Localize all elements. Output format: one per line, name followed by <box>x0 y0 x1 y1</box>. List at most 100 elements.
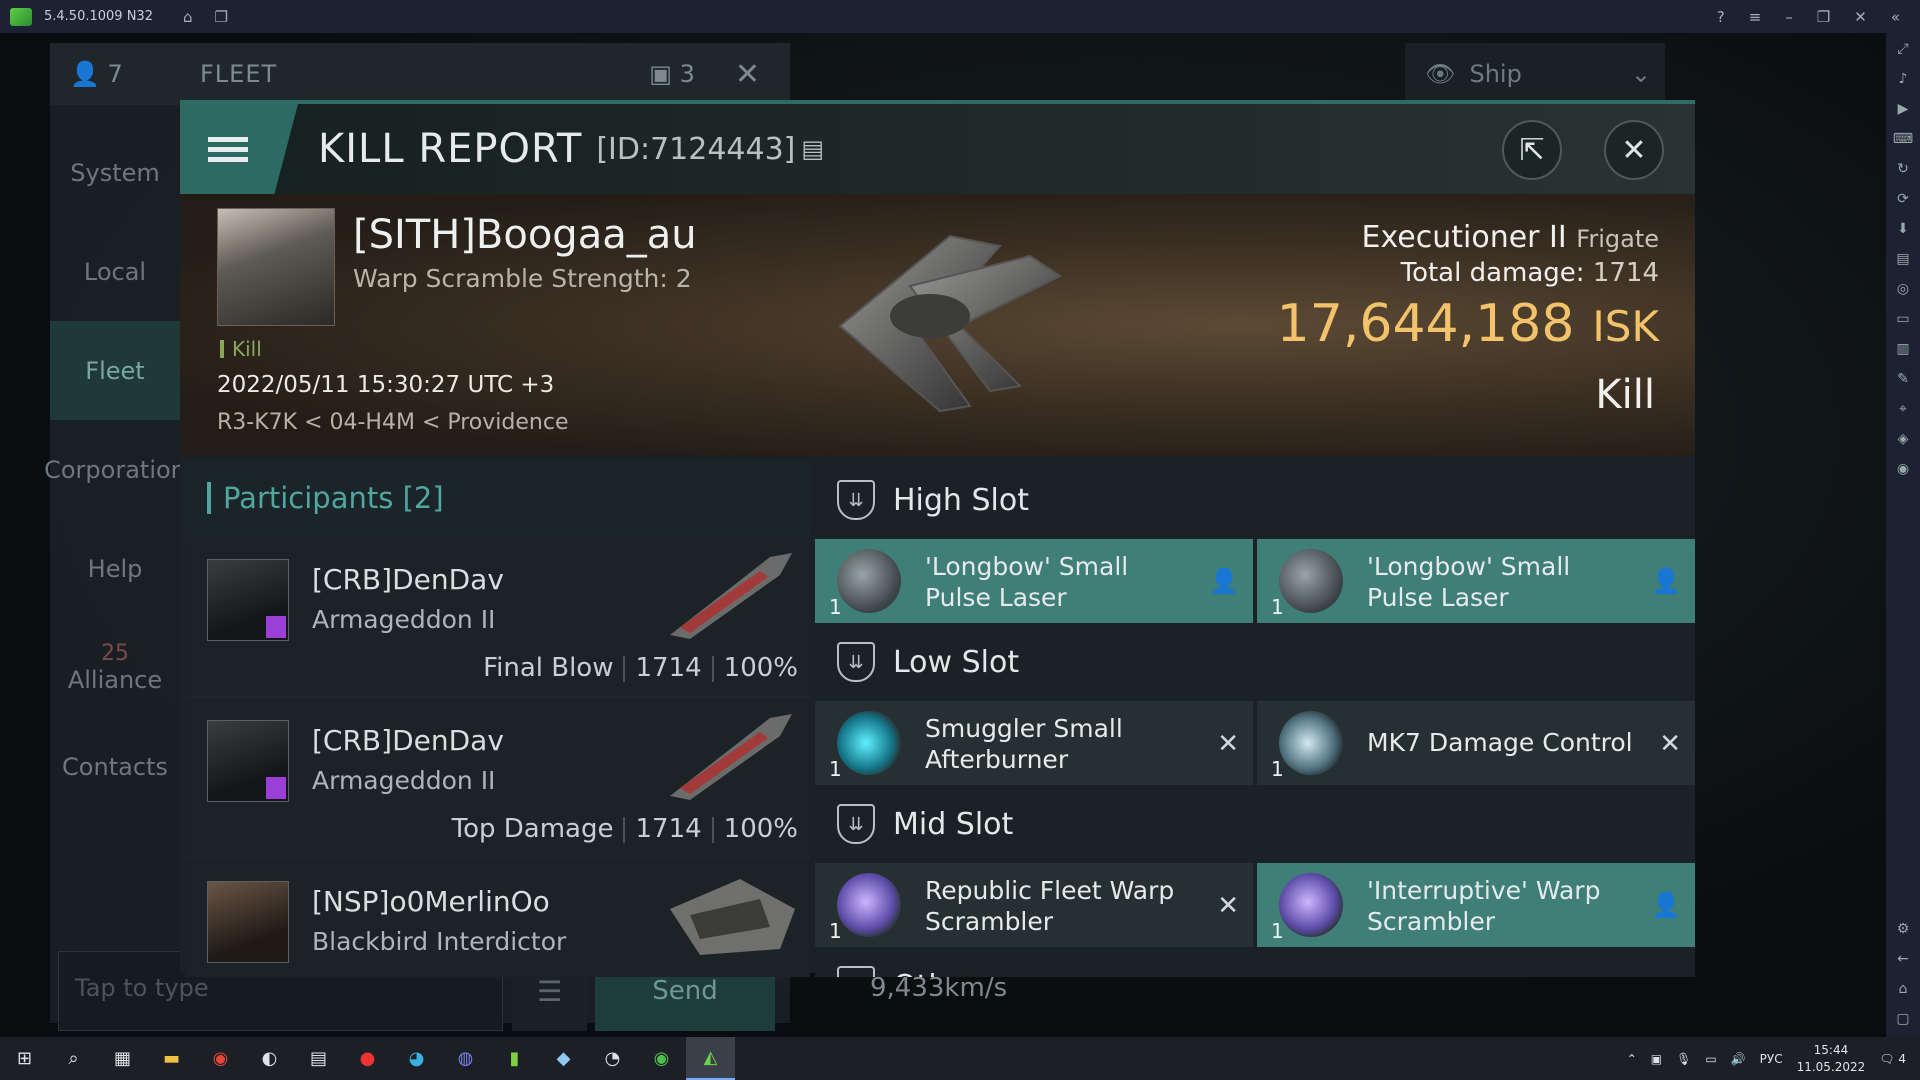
share-button[interactable]: ⇱ <box>1502 120 1562 180</box>
high-slot-header: ⇊ High Slot <box>815 461 1695 539</box>
edge-icon[interactable]: ◕ <box>392 1037 441 1080</box>
bluestacks-icon[interactable]: ◭ <box>686 1037 735 1080</box>
rotate-icon[interactable]: ↻ <box>1897 161 1909 177</box>
restore-icon[interactable]: ❐ <box>1817 8 1830 26</box>
volume-tray-icon[interactable]: 🔊 <box>1731 1052 1746 1066</box>
chrome-icon[interactable]: ◉ <box>196 1037 245 1080</box>
keyboard-icon[interactable]: ⌨ <box>1893 131 1913 147</box>
camera-icon[interactable]: ◉ <box>1897 461 1909 477</box>
task-view-icon[interactable]: ▦ <box>98 1037 147 1080</box>
app-dish-icon[interactable]: ◔ <box>588 1037 637 1080</box>
total-damage-label: Total damage: <box>1400 258 1585 288</box>
chevron-down-icon: ⌄ <box>1630 60 1651 88</box>
victim-name[interactable]: [SITH]Boogaa_au <box>353 212 697 258</box>
sync-icon[interactable]: ⟳ <box>1897 191 1909 207</box>
module-item[interactable]: 1 MK7 Damage Control ✕ <box>1257 701 1695 785</box>
start-icon[interactable]: ⊞ <box>0 1037 49 1080</box>
search-icon[interactable]: ⌕ <box>49 1037 98 1080</box>
participant-row[interactable]: [CRB]DenDav Armageddon II Top Damage 1714… <box>185 696 810 857</box>
close-button[interactable]: ✕ <box>1604 120 1664 180</box>
app-icon[interactable]: ◐ <box>245 1037 294 1080</box>
language-indicator[interactable]: РУС <box>1760 1052 1783 1066</box>
tray-device-icon[interactable]: ▣ <box>1651 1052 1662 1066</box>
module-item[interactable]: 1 Republic Fleet Warp Scrambler ✕ <box>815 863 1253 947</box>
nav-alliance[interactable]: 25 Alliance <box>50 618 180 717</box>
module-qty: 1 <box>829 757 842 781</box>
participant-avatar[interactable] <box>207 881 289 963</box>
ship-filter-label: Ship <box>1469 60 1522 88</box>
tray-chevron-icon[interactable]: ⌃ <box>1627 1052 1637 1066</box>
nav-help[interactable]: Help <box>50 519 180 618</box>
module-item[interactable]: 1 'Interruptive' Warp Scrambler 👤 <box>1257 863 1695 947</box>
recents-icon[interactable]: ▢ <box>1896 1011 1909 1027</box>
participant-row[interactable]: [NSP]o0MerlinOo Blackbird Interdictor <box>185 857 810 977</box>
nav-corporation[interactable]: Corporation <box>44 420 186 519</box>
module-item[interactable]: 1 'Longbow' Small Pulse Laser 👤 <box>815 539 1253 623</box>
network-icon[interactable]: ▭ <box>1705 1052 1716 1066</box>
menu-button[interactable] <box>180 104 298 194</box>
fleet-close-icon[interactable]: ✕ <box>735 57 760 92</box>
layers-icon[interactable]: ◈ <box>1898 431 1909 447</box>
chrome-alt-icon[interactable]: ◉ <box>637 1037 686 1080</box>
menu-icon[interactable]: ≡ <box>1749 8 1762 26</box>
participant-avatar[interactable] <box>207 720 289 802</box>
module-name: MK7 Damage Control <box>1367 728 1633 757</box>
discord-icon[interactable]: ◍ <box>441 1037 490 1080</box>
back-icon[interactable]: ← <box>1897 951 1909 967</box>
help-icon[interactable]: ? <box>1717 8 1725 26</box>
dropped-person-icon: 👤 <box>1651 891 1681 919</box>
nav-system[interactable]: System <box>50 123 180 222</box>
android-home-icon[interactable]: ⌂ <box>1899 981 1908 997</box>
location-icon[interactable]: ⌖ <box>1899 401 1907 417</box>
collapse-sidebar-icon[interactable]: « <box>1891 8 1900 26</box>
calculator-icon[interactable]: ▤ <box>294 1037 343 1080</box>
folder-icon[interactable]: ▭ <box>1896 311 1909 327</box>
participant-name: [NSP]o0MerlinOo <box>312 885 550 918</box>
module-name: 'Longbow' Small Pulse Laser <box>1367 552 1571 612</box>
fullscreen-icon[interactable]: ⤢ <box>1897 41 1908 57</box>
app-red-icon[interactable]: ● <box>343 1037 392 1080</box>
stat-percent: 100% <box>723 814 798 844</box>
home-icon[interactable]: ⌂ <box>183 8 193 26</box>
microphone-icon[interactable]: 🎙 <box>1676 1052 1691 1066</box>
participant-stats: Top Damage 1714 100% <box>452 814 798 844</box>
module-item[interactable]: 1 Smuggler Small Afterburner ✕ <box>815 701 1253 785</box>
victim-avatar[interactable] <box>217 208 335 326</box>
file-explorer-icon[interactable]: ▬ <box>147 1037 196 1080</box>
eye-icon: 👁 <box>1425 60 1456 88</box>
participant-row[interactable]: [CRB]DenDav Armageddon II Final Blow 1714… <box>185 535 810 696</box>
module-item[interactable]: 1 'Longbow' Small Pulse Laser 👤 <box>1257 539 1695 623</box>
module-name: 'Longbow' Small Pulse Laser <box>925 552 1129 612</box>
notifications-icon[interactable]: 🗨 4 <box>1879 1052 1906 1066</box>
macro-icon[interactable]: ▤ <box>1896 251 1909 267</box>
victim-ship-image[interactable] <box>800 216 1090 426</box>
eco-mode-icon[interactable]: ✎ <box>1897 371 1909 387</box>
volume-icon[interactable]: ♪ <box>1899 71 1908 87</box>
install-apk-icon[interactable]: ⬇ <box>1897 221 1909 237</box>
window-count[interactable]: ▣ 3 <box>649 60 695 88</box>
copy-icon[interactable]: ▤ <box>801 135 824 163</box>
member-count: 👤 7 <box>70 60 123 88</box>
notes-icon[interactable]: ▮ <box>490 1037 539 1080</box>
instances-icon[interactable]: ▥ <box>1896 341 1909 357</box>
emulator-title-bar: 5.4.50.1009 N32 ⌂ ❐ ? ≡ – ❐ ✕ « <box>0 0 1920 33</box>
close-icon: ✕ <box>1621 132 1647 168</box>
app-blue-icon[interactable]: ◆ <box>539 1037 588 1080</box>
isk-value: 17,644,188 ISK <box>1277 294 1659 354</box>
screenshot-icon[interactable]: ◎ <box>1897 281 1909 297</box>
media-icon[interactable]: ▶ <box>1898 101 1909 117</box>
participant-avatar[interactable] <box>207 559 289 641</box>
multi-window-icon[interactable]: ❐ <box>215 8 228 26</box>
ship-filter-dropdown[interactable]: 👁 Ship ⌄ <box>1405 43 1665 105</box>
nav-contacts[interactable]: Contacts <box>50 717 180 816</box>
participants-header: Participants [2] <box>185 461 810 535</box>
module-name: 'Interruptive' Warp Scrambler <box>1367 876 1601 936</box>
clock[interactable]: 15:44 11.05.2022 <box>1797 1042 1866 1076</box>
nav-local[interactable]: Local <box>50 222 180 321</box>
close-icon[interactable]: ✕ <box>1854 8 1867 26</box>
mid-slot-icon: ⇊ <box>837 804 875 844</box>
minimize-icon[interactable]: – <box>1785 8 1793 26</box>
settings-icon[interactable]: ⚙ <box>1897 921 1910 937</box>
kill-tag: Kill <box>220 339 262 359</box>
nav-fleet[interactable]: Fleet <box>50 321 180 420</box>
